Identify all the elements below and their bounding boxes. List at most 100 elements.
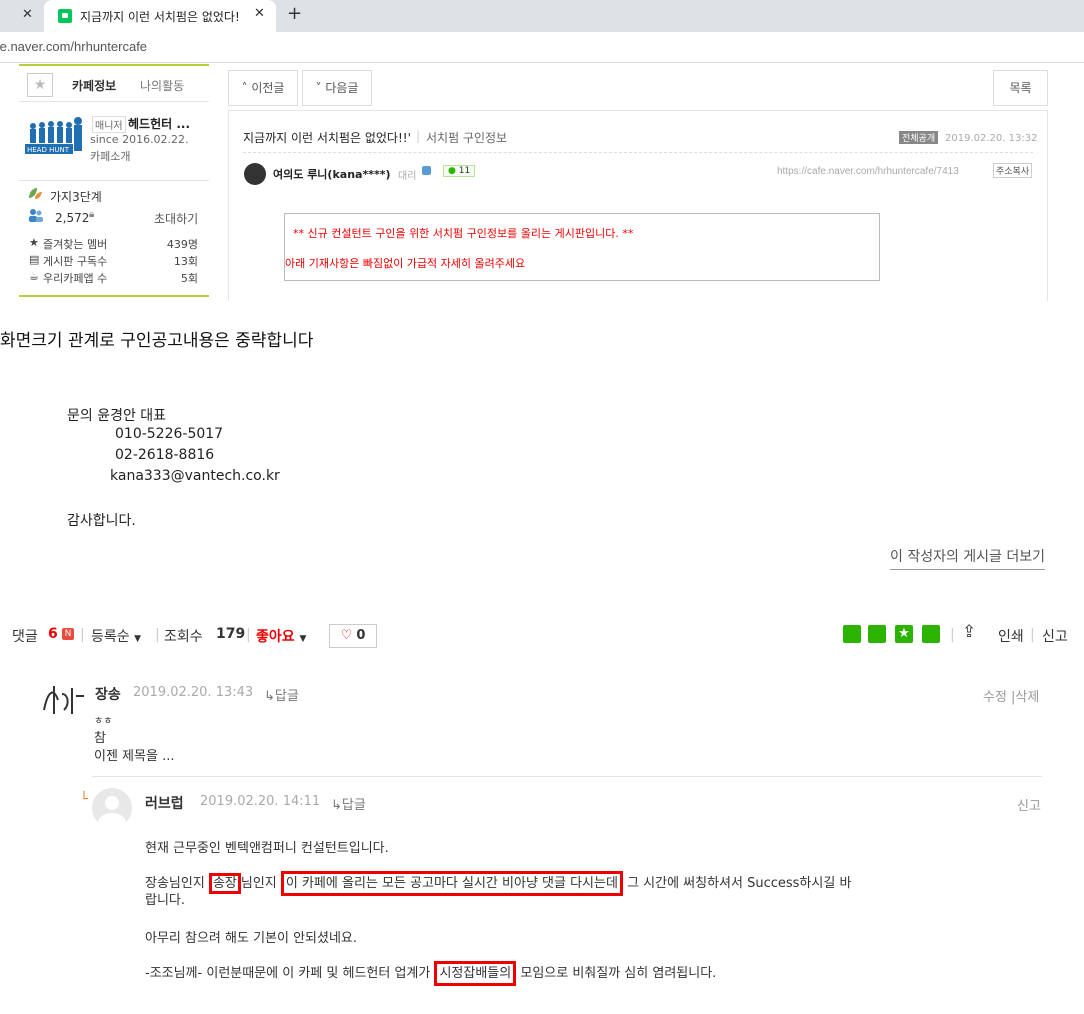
prev-post-button[interactable]: ˄ 이전글 [228,70,298,106]
edit-delete-links[interactable]: 수정 |삭제 [983,686,1039,705]
tab-active[interactable]: 지금까지 이런 서치펌은 없었다! ✕ [44,0,276,32]
tab-bar: ✕ 지금까지 이런 서치펌은 없었다! ✕ + [0,0,1084,32]
cafe-level[interactable]: 가지3단계 [50,188,102,205]
chevron-up-icon: ˄ [241,81,252,95]
tab-my-activity[interactable]: 나의활동 [140,77,184,94]
highlight-box: 송장 [208,873,241,894]
members-icon [29,209,43,222]
comment-count[interactable]: 6 [48,626,58,642]
divider: | [950,627,955,643]
copy-url-button[interactable]: 주소복사 [993,163,1033,178]
comment-text: 이젠 제목을 ... [94,749,175,764]
reply-link[interactable]: ↳답글 [264,685,299,704]
comment-text: 랍니다. [145,893,186,908]
divider: | [1030,627,1035,643]
post-title: 지금까지 이런 서치펌은 없었다!!' [243,131,411,145]
invite-link[interactable]: 초대하기 [154,210,198,227]
cafe-logo: HEAD HUNT [25,112,87,164]
divider [19,180,209,181]
comment-label[interactable]: 댓글 [12,626,38,646]
stat-label: 게시판 구독수 [43,255,108,268]
divider: | [155,627,160,643]
tab-title: 지금까지 이런 서치펌은 없었다! [80,10,240,24]
stat-value: 13회 [173,255,198,268]
comment-count-badge[interactable]: ● 11 [443,165,476,177]
like-button[interactable]: ♡ 0 [329,624,377,648]
url-text[interactable]: fe.naver.com/hrhuntercafe [0,39,147,54]
star-icon: ★ [29,236,39,249]
divider: | [80,627,85,643]
divider: | [246,627,251,643]
naver-cafe-favicon-icon [58,9,72,23]
sidebar-top-border [19,64,209,66]
phone: 02-2618-8816 [115,447,215,463]
reply-arrow-icon: ↳ [264,689,275,704]
comment-text: 아무리 참으려 해도 기본이 안되셨네요. [145,931,358,946]
more-posts-link[interactable]: 이 작성자의 게시글 더보기 [890,546,1046,570]
close-icon[interactable]: ✕ [22,7,33,22]
leaf-level-icon [29,188,42,199]
logo-text: HEAD HUNT [27,146,70,154]
stat-value: 5회 [180,272,198,285]
like-dropdown[interactable]: 좋아요 ▼ [256,626,306,646]
cafe-share-icon[interactable] [868,625,886,643]
bookmark-star-icon[interactable]: ★ [895,625,913,643]
sort-dropdown[interactable]: 등록순 ▼ [91,626,141,646]
reply-link[interactable]: ↳답글 [331,794,366,813]
omit-note: 화면크기 관계로 구인공고내용은 중략합니다 [0,331,314,351]
notice-line: 아래 기재사항은 빠짐없이 가급적 자세히 올려주세요 [285,257,526,270]
blog-share-icon[interactable] [843,625,861,643]
tab-cafe-info[interactable]: 카페정보 [72,77,116,94]
list-button[interactable]: 목록 [993,70,1048,106]
phone: 010-5226-5017 [115,426,224,442]
stat-label: 우리카페앱 수 [43,272,108,285]
print-link[interactable]: 인쇄 [998,626,1024,646]
comment-author[interactable]: 러브럽 [145,793,184,813]
member-count[interactable]: 2,572 [55,211,89,225]
author-avatar[interactable] [244,163,266,185]
caret-down-icon: ▼ [299,634,307,644]
app-icon: ☕︎ [29,270,39,283]
stat-label: 즐겨찾는 멤버 [43,238,108,251]
author-rank: 대리 [398,171,417,182]
chat-icon: ● [448,166,456,176]
favorite-star-icon[interactable]: ★ [27,73,53,97]
commenter-avatar[interactable] [92,788,132,828]
post-category[interactable]: 서치펌 구인정보 [426,129,507,146]
board-icon: ▤ [29,253,40,266]
report-link[interactable]: 신고 [1042,626,1068,646]
cafe-intro-link[interactable]: 카페소개 [90,148,130,164]
views-label: 조회수 [164,629,203,645]
post-author[interactable]: 여의도 루니(kana****) [273,166,391,182]
new-badge-icon: N [62,628,74,640]
memo-share-icon[interactable] [922,625,940,643]
next-post-button[interactable]: ˅ 다음글 [302,70,372,106]
close-icon[interactable]: ✕ [254,6,265,21]
cafe-name[interactable]: 헤드헌터 ... [128,115,190,132]
comment-text-line: 장송님인지 송장 님인지 이 카페에 올리는 모든 공고마다 실시간 비아냥 댓글… [145,871,851,896]
cafe-since: since 2016.02.22. [90,133,189,146]
reply-indent-icon: └ [80,792,88,807]
commenter-avatar[interactable] [40,680,86,720]
reply-arrow-icon: ↳ [331,798,342,813]
comment-author[interactable]: 장송 [95,684,121,704]
address-bar[interactable]: fe.naver.com/hrhuntercafe [0,32,1084,63]
share-icon[interactable]: ⇪ [962,622,976,642]
caret-down-icon: ▼ [134,634,142,644]
highlight-box: 이 카페에 올리는 모든 공고마다 실시간 비아냥 댓글 다시는데 [280,871,623,896]
post-date: 2019.02.20. 13:32 [945,133,1038,144]
public-badge: 전체공개 [899,131,939,144]
report-link[interactable]: 신고 [1017,795,1041,814]
post-url[interactable]: https://cafe.naver.com/hrhuntercafe/7413 [777,166,959,177]
comment-date: 2019.02.20. 13:43 [133,685,254,700]
new-tab-icon[interactable]: + [287,3,302,24]
comment-date: 2019.02.20. 14:11 [200,794,321,809]
stat-value: 439명 [166,238,198,251]
manager-badge: 매니저 [92,116,126,133]
email[interactable]: kana333@vantech.co.kr [110,468,280,484]
lock-icon: 🔒︎ [89,209,95,220]
sidebar-bottom-border [19,295,209,297]
divider [243,152,1033,153]
comment-text: ㅎㅎ [94,716,113,727]
rank-icon [422,166,431,175]
